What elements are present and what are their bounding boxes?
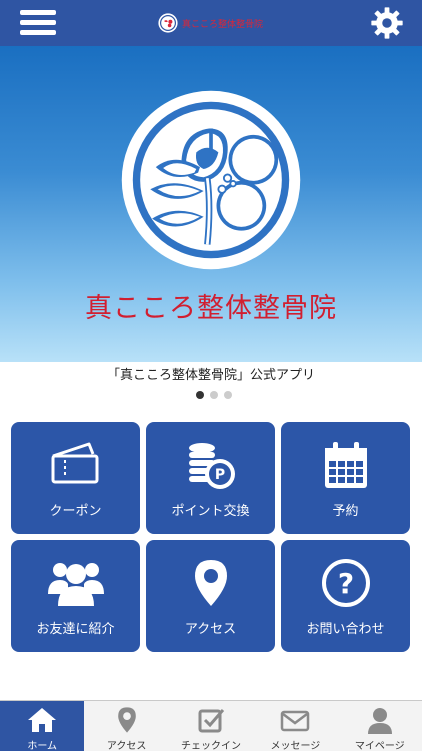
coins-icon: P — [188, 443, 235, 489]
reservation-label: 予約 — [332, 504, 359, 519]
hero-clinic-name: 真こころ整体整骨院 — [85, 293, 337, 324]
point-exchange-label: ポイント交換 — [171, 504, 250, 519]
tab-bar: ホーム アクセス チェックイン メッセージ マイページ — [0, 700, 422, 752]
banner-caption: 「真こころ整体整骨院」公式アプリ — [106, 368, 315, 383]
coupon-button[interactable]: クーポン — [11, 422, 140, 534]
menu-grid: クーポン P ポイント交換 予約 お友達に紹介 アクセス ? お問い合わせ — [11, 422, 411, 652]
hero-banner[interactable]: 真こころ整体整骨院 — [0, 46, 422, 362]
calendar-icon — [324, 442, 367, 488]
map-pin-icon — [117, 707, 136, 733]
envelope-icon — [281, 710, 310, 732]
person-icon — [367, 708, 392, 734]
access-button[interactable]: アクセス — [146, 540, 275, 652]
map-pin-icon — [194, 560, 227, 606]
contact-button[interactable]: ? お問い合わせ — [281, 540, 410, 652]
carousel-dot[interactable] — [196, 391, 204, 399]
header-title-text: 真こころ整体整骨院 — [182, 19, 264, 30]
top-bar: 真こころ整体整骨院 — [0, 0, 422, 46]
svg-text:?: ? — [337, 567, 353, 600]
point-exchange-button[interactable]: P ポイント交換 — [146, 422, 275, 534]
svg-text:P: P — [214, 467, 224, 483]
checkin-icon — [198, 709, 225, 733]
coupon-label: クーポン — [49, 504, 102, 519]
reservation-button[interactable]: 予約 — [281, 422, 410, 534]
ticket-icon — [51, 442, 98, 484]
contact-label: お問い合わせ — [306, 622, 385, 637]
header-title: 真こころ整体整骨院 — [158, 12, 263, 34]
users-icon — [47, 563, 104, 606]
carousel-dot[interactable] — [210, 391, 218, 399]
tab-access[interactable]: アクセス — [84, 701, 168, 752]
refer-friend-label: お友達に紹介 — [36, 622, 115, 637]
carousel-dot[interactable] — [224, 391, 232, 399]
gear-icon[interactable] — [370, 6, 404, 40]
home-icon — [28, 708, 57, 732]
tab-message[interactable]: メッセージ — [253, 701, 337, 752]
access-label: アクセス — [184, 622, 237, 637]
tab-checkin[interactable]: チェックイン — [169, 701, 253, 752]
tab-home[interactable]: ホーム — [0, 701, 85, 752]
camellia-crest-icon — [158, 13, 178, 33]
refer-friend-button[interactable]: お友達に紹介 — [11, 540, 140, 652]
carousel-indicator — [196, 391, 232, 399]
question-icon: ? — [321, 559, 370, 607]
tab-mypage[interactable]: マイページ — [338, 701, 422, 752]
camellia-crest-icon — [121, 90, 301, 270]
hamburger-menu-icon[interactable] — [20, 8, 60, 40]
